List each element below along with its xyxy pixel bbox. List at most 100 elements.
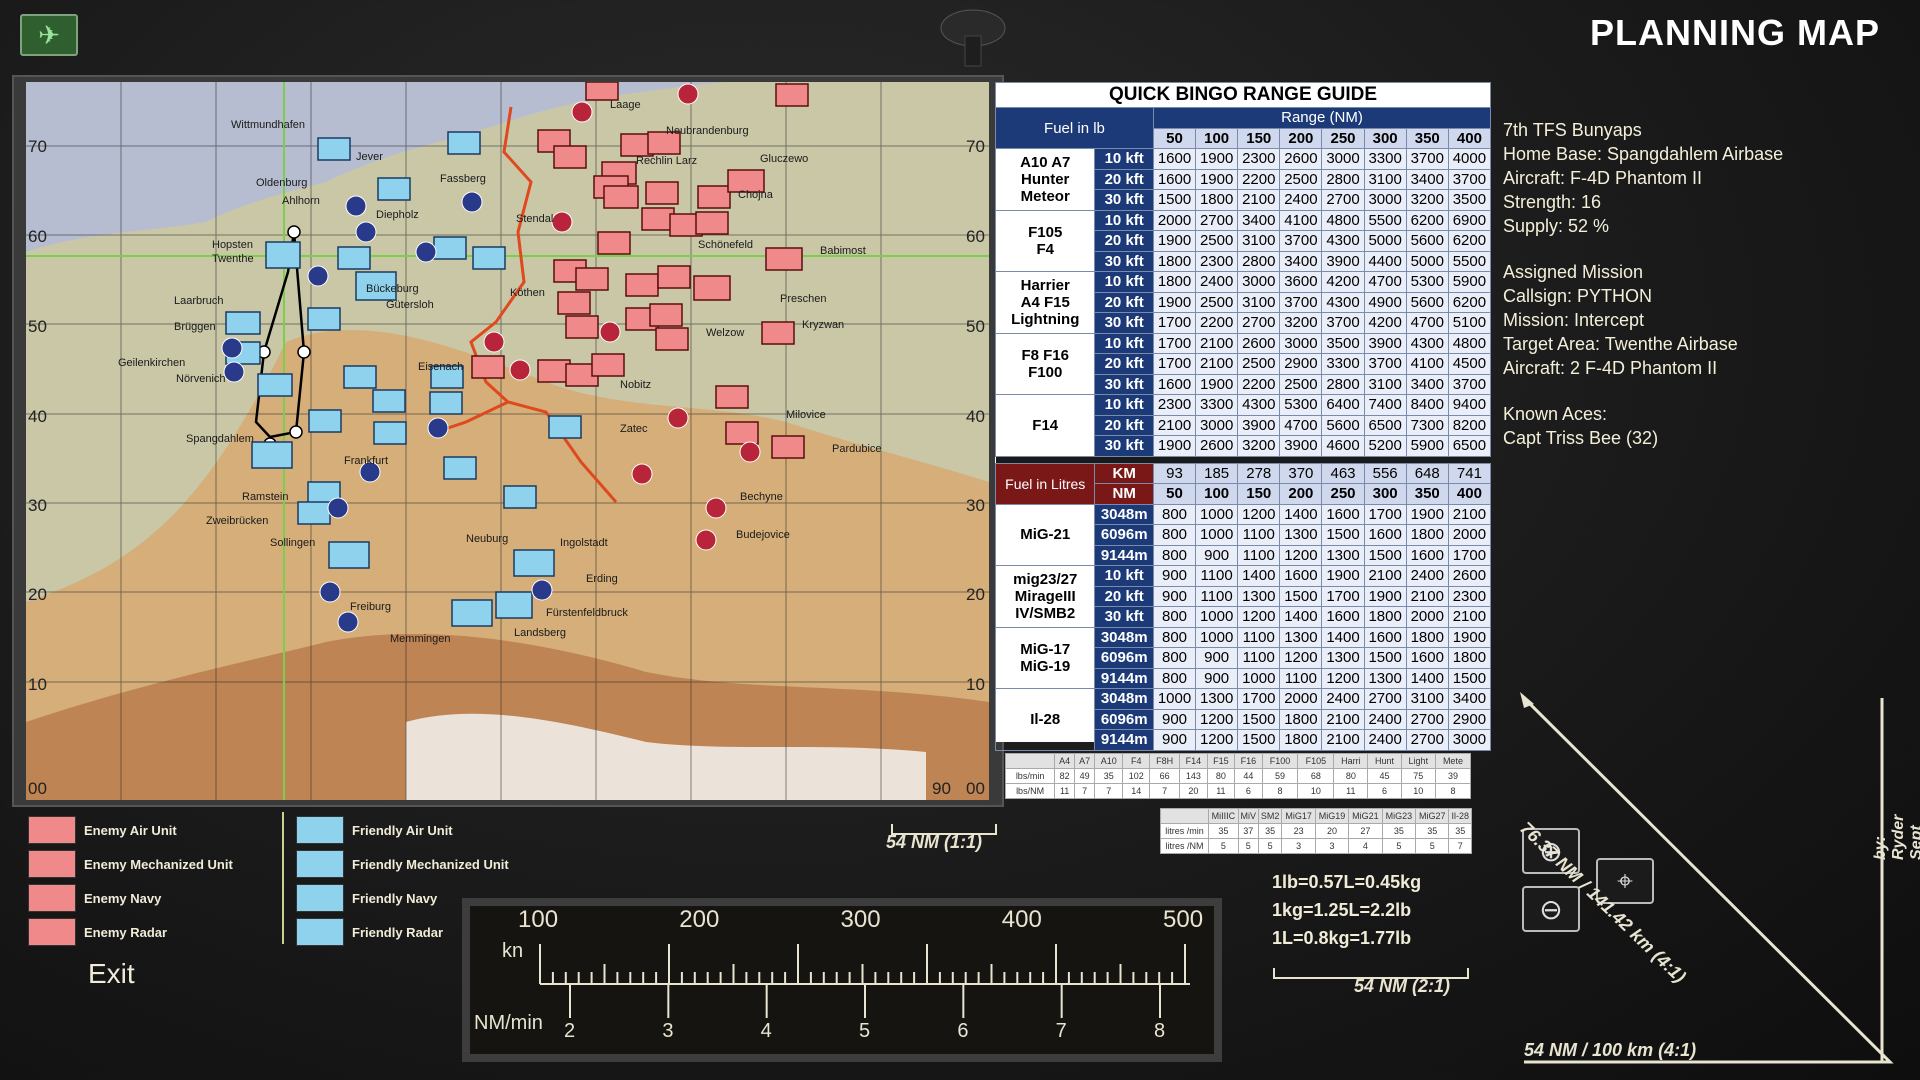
km-col-header: 370: [1279, 462, 1323, 484]
fuel-value: 3700: [1279, 230, 1323, 252]
km-col-header: 463: [1321, 462, 1365, 484]
kn-value: 200: [679, 906, 720, 933]
svg-text:Preschen: Preschen: [780, 293, 826, 305]
squadron-info-panel: 7th TFS Bunyaps Home Base: Spangdahlem A…: [1503, 118, 1783, 450]
exit-button[interactable]: Exit: [88, 958, 135, 990]
nm-value: 6: [957, 1020, 969, 1042]
enemy-navy-icon: [28, 884, 76, 912]
svg-text:Erding: Erding: [586, 573, 618, 585]
fuel-value: 800: [1152, 626, 1197, 648]
map-knob[interactable]: [938, 6, 1008, 70]
squadron-name: 7th TFS Bunyaps: [1503, 120, 1642, 140]
fuel-value: 3100: [1405, 688, 1449, 710]
fuel-value: 2600: [1447, 565, 1492, 587]
fuel-value: 1500: [1237, 729, 1281, 751]
svg-text:Ingolstadt: Ingolstadt: [560, 537, 608, 549]
mini-cell: 7: [1094, 783, 1124, 799]
conversion-l: 1L=0.8kg=1.77lb: [1272, 928, 1412, 948]
fuel-value: 3200: [1237, 435, 1281, 457]
fuel-value: 2100: [1321, 729, 1365, 751]
mini-header: Hunt: [1367, 753, 1402, 769]
fuel-value: 4100: [1279, 209, 1323, 231]
fuel-value: 2100: [1195, 332, 1239, 354]
fuel-value: 4900: [1363, 291, 1407, 313]
svg-text:Stendal: Stendal: [516, 213, 553, 225]
fuel-value: 1600: [1152, 148, 1197, 170]
fuel-value: 2200: [1195, 312, 1239, 334]
svg-text:90: 90: [932, 779, 951, 798]
bingo-row: F8 F16 F100 10 kft 1700 2100 2600 3000 3500 390…: [994, 332, 1492, 395]
fuel-value: 4600: [1321, 435, 1365, 457]
fuel-value: 1800: [1405, 524, 1449, 546]
fuel-value: 1800: [1152, 271, 1197, 293]
nm-col-header: 250: [1321, 127, 1365, 149]
svg-text:Fassberg: Fassberg: [440, 173, 486, 185]
fuel-value: 2700: [1363, 688, 1407, 710]
fuel-value: 3700: [1321, 312, 1365, 334]
mini-cell: 7: [1074, 783, 1096, 799]
svg-text:Freiburg: Freiburg: [350, 601, 391, 613]
fuel-value: 2200: [1237, 168, 1281, 190]
fuel-value: 1400: [1237, 565, 1281, 587]
nm-value: 4: [760, 1020, 772, 1042]
legend-friendly-navy: Friendly Navy: [296, 884, 437, 912]
mini-cell: 5: [1381, 838, 1417, 854]
mini-header: MiV: [1237, 808, 1259, 824]
mini-cell: 35: [1448, 823, 1472, 839]
known-aces-title: Known Aces:: [1503, 404, 1608, 424]
page-title: PLANNING MAP: [1590, 12, 1880, 53]
fuel-value: 2700: [1321, 189, 1365, 211]
svg-text:Nobitz: Nobitz: [620, 379, 651, 391]
svg-text:Budejovice: Budejovice: [736, 529, 790, 541]
mini-cell: 143: [1179, 768, 1208, 784]
friendly-air-icon: [296, 816, 344, 844]
fuel-value: 2400: [1321, 688, 1365, 710]
altitude-label: 20 kft: [1094, 353, 1154, 375]
mini-cell: 20: [1314, 823, 1350, 839]
mini-cell: lbs/min: [1004, 768, 1056, 784]
svg-text:Frankfurt: Frankfurt: [344, 455, 388, 467]
fuel-value: 3100: [1363, 373, 1407, 395]
fuel-value: 2000: [1447, 524, 1492, 546]
nm-col-header: 200: [1279, 127, 1323, 149]
fuel-value: 2700: [1195, 209, 1239, 231]
mini-cell: lbs/NM: [1004, 783, 1056, 799]
nm-col-header: 200: [1279, 483, 1323, 505]
planning-map[interactable]: 70 60 50 40 30 20 10 00 70 60 50 40 30 20 10 90 00 …: [26, 82, 989, 800]
fuel-value: 5900: [1405, 435, 1449, 457]
mini-cell: 11: [1054, 783, 1076, 799]
altitude-label: 9144m: [1094, 729, 1154, 751]
mini-cell: 80: [1333, 768, 1369, 784]
altitude-label: 20 kft: [1094, 230, 1154, 252]
fuel-value: 3200: [1279, 312, 1323, 334]
legend-enemy-mech: Enemy Mechanized Unit: [28, 850, 233, 878]
aircraft-label: MiG-21: [994, 503, 1096, 566]
fuel-value: 2100: [1152, 414, 1197, 436]
fuel-value: 2700: [1237, 312, 1281, 334]
fuel-value: 1900: [1152, 435, 1197, 457]
altitude-label: 30 kft: [1094, 189, 1154, 211]
altitude-label: 9144m: [1094, 667, 1154, 689]
fuel-value: 3000: [1447, 729, 1492, 751]
litres-consumption-table: MiIIIC MiV SM2 MiG17 MiG19 MiG21 MiG23 MiG27 Il-…: [1160, 808, 1472, 854]
bottom-scale-label: 54 NM / 100 km (4:1): [1524, 1040, 1697, 1060]
bingo-row: F105 F4 10 kft 2000 2700 3400 4100 4800 5500 620…: [994, 209, 1492, 272]
bingo-row: Il-28 3048m 1000 1300 1700 2000 2400 2700 3100 34…: [994, 688, 1492, 751]
altitude-label: 30 kft: [1094, 373, 1154, 395]
fuel-value: 1600: [1321, 606, 1365, 628]
svg-text:40: 40: [966, 407, 985, 426]
fuel-value: 1300: [1195, 688, 1239, 710]
svg-text:Hopsten: Hopsten: [212, 239, 253, 251]
mini-header: F100: [1261, 753, 1299, 769]
fuel-value: 1500: [1447, 667, 1492, 689]
mini-cell: 49: [1074, 768, 1096, 784]
fuel-value: 2200: [1237, 373, 1281, 395]
mini-header: [1160, 808, 1209, 824]
fuel-value: 5500: [1447, 250, 1492, 272]
home-plane-button[interactable]: ✈: [20, 14, 78, 56]
mini-cell: 5: [1257, 838, 1283, 854]
mini-header: MiG17: [1281, 808, 1316, 824]
fuel-value: 5300: [1279, 394, 1323, 416]
mini-cell: 102: [1122, 768, 1151, 784]
fuel-value: 5000: [1363, 230, 1407, 252]
